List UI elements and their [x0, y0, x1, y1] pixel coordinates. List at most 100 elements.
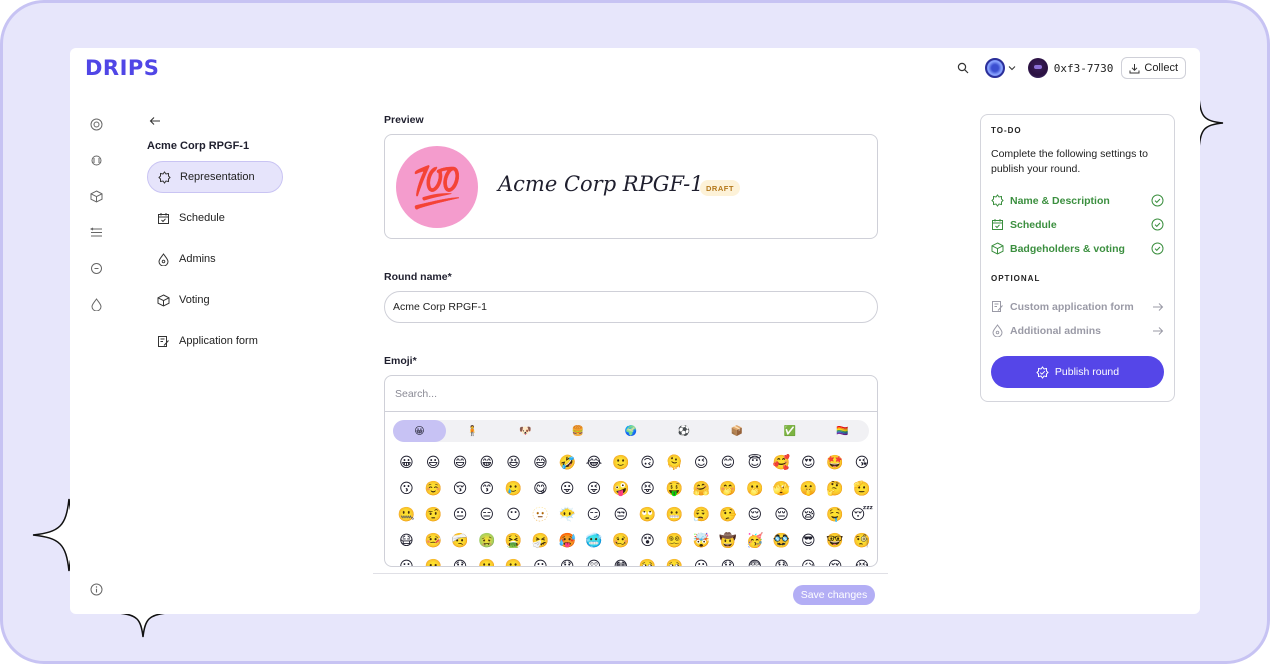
emoji-category-tab[interactable]: 🐶 — [499, 420, 552, 442]
emoji-option[interactable]: 🤩 — [822, 452, 849, 472]
emoji-option[interactable]: 😀 — [393, 452, 420, 472]
emoji-option[interactable]: 😰 — [768, 556, 795, 567]
emoji-category-tab[interactable]: ⚽ — [657, 420, 710, 442]
todo-item-badgeholders-voting[interactable]: Badgeholders & voting — [991, 237, 1164, 260]
emoji-option[interactable]: ☹️ — [500, 556, 527, 567]
emoji-option[interactable]: 🤕 — [447, 530, 474, 550]
emoji-option[interactable]: 😋 — [527, 478, 554, 498]
emoji-search-input[interactable]: Search... — [385, 376, 877, 412]
emoji-category-tab[interactable]: ✅ — [763, 420, 816, 442]
rounds-icon[interactable] — [88, 296, 104, 312]
emoji-option[interactable]: 🤢 — [473, 530, 500, 550]
emoji-option[interactable]: 🤑 — [661, 478, 688, 498]
emoji-option[interactable]: 🥳 — [741, 530, 768, 550]
emoji-option[interactable]: 😬 — [661, 504, 688, 524]
emoji-option[interactable]: 🙁 — [473, 556, 500, 567]
wallet-address[interactable]: 0xf3-7730 — [1054, 62, 1114, 75]
emoji-option[interactable]: 🤪 — [607, 478, 634, 498]
streams-icon[interactable] — [88, 152, 104, 168]
emoji-option[interactable]: 😆 — [500, 452, 527, 472]
emoji-option[interactable]: 😝 — [634, 478, 661, 498]
nav-item-representation[interactable]: Representation — [147, 161, 283, 193]
emoji-option[interactable]: 😘 — [849, 452, 876, 472]
funds-icon[interactable] — [88, 224, 104, 240]
emoji-option[interactable]: 🫣 — [768, 478, 795, 498]
emoji-option[interactable]: 🧐 — [849, 530, 876, 550]
emoji-option[interactable]: 🙄 — [634, 504, 661, 524]
emoji-option[interactable]: 😗 — [393, 478, 420, 498]
drips-logo[interactable]: DRIPS — [85, 56, 159, 80]
nav-item-application-form[interactable]: Application form — [147, 325, 283, 357]
emoji-option[interactable]: 😄 — [447, 452, 474, 472]
todo-item-additional-admins[interactable]: Additional admins — [991, 319, 1164, 342]
emoji-option[interactable]: 🤫 — [795, 478, 822, 498]
emoji-option[interactable]: 😃 — [420, 452, 447, 472]
emoji-option[interactable]: 🫡 — [849, 478, 876, 498]
emoji-option[interactable]: 🫤 — [420, 556, 447, 567]
emoji-option[interactable]: 😯 — [554, 556, 581, 567]
emoji-option[interactable]: 😨 — [741, 556, 768, 567]
emoji-option[interactable]: 🥹 — [661, 556, 688, 567]
emoji-option[interactable]: 😔 — [768, 504, 795, 524]
emoji-option[interactable]: 😂 — [581, 452, 608, 472]
emoji-category-tab[interactable]: 🏳️‍🌈 — [816, 420, 869, 442]
todo-item-name-description[interactable]: Name & Description — [991, 189, 1164, 212]
emoji-option[interactable]: 🥶 — [581, 530, 608, 550]
nav-item-schedule[interactable]: Schedule — [147, 202, 283, 234]
emoji-option[interactable]: 🫥 — [527, 504, 554, 524]
emoji-option[interactable]: 😮 — [527, 556, 554, 567]
emoji-option[interactable]: 🥸 — [768, 530, 795, 550]
network-selector[interactable] — [984, 58, 1016, 78]
emoji-option[interactable]: 😦 — [688, 556, 715, 567]
emoji-category-tab[interactable]: 🧍 — [446, 420, 499, 442]
emoji-option[interactable]: 😧 — [715, 556, 742, 567]
emoji-option[interactable]: 😮‍💨 — [688, 504, 715, 524]
emoji-option[interactable]: 🫢 — [741, 478, 768, 498]
emoji-option[interactable]: 🙂 — [607, 452, 634, 472]
emoji-option[interactable]: 😒 — [607, 504, 634, 524]
emoji-option[interactable]: 🤗 — [688, 478, 715, 498]
emoji-option[interactable]: 🥵 — [554, 530, 581, 550]
emoji-category-tab[interactable]: 😀 — [393, 420, 446, 442]
nav-item-admins[interactable]: Admins — [147, 243, 283, 275]
round-name-input[interactable]: Acme Corp RPGF-1 — [384, 291, 878, 323]
emoji-option[interactable]: 😭 — [849, 556, 876, 567]
emoji-category-tab[interactable]: 🌍 — [605, 420, 658, 442]
emoji-option[interactable]: 😅 — [527, 452, 554, 472]
emoji-option[interactable]: 🤥 — [715, 504, 742, 524]
emoji-option[interactable]: 🤤 — [822, 504, 849, 524]
emoji-option[interactable]: 🤯 — [688, 530, 715, 550]
emoji-option[interactable]: 🤐 — [393, 504, 420, 524]
emoji-option[interactable]: 😏 — [581, 504, 608, 524]
emoji-option[interactable]: 😍 — [795, 452, 822, 472]
emoji-option[interactable]: 😶 — [500, 504, 527, 524]
projects-icon[interactable] — [88, 188, 104, 204]
search-icon[interactable] — [953, 58, 973, 78]
save-changes-button[interactable]: Save changes — [793, 585, 875, 605]
todo-item-custom-application-form[interactable]: Custom application form — [991, 295, 1164, 318]
emoji-option[interactable]: 😶‍🌫️ — [554, 504, 581, 524]
emoji-option[interactable]: 😲 — [581, 556, 608, 567]
emoji-option[interactable]: 😵‍💫 — [661, 530, 688, 550]
explore-icon[interactable] — [88, 116, 104, 132]
emoji-option[interactable]: 🥺 — [634, 556, 661, 567]
emoji-option[interactable]: 😴 — [849, 504, 876, 524]
emoji-option[interactable]: 😑 — [473, 504, 500, 524]
emoji-option[interactable]: 🫠 — [661, 452, 688, 472]
drip-lists-icon[interactable] — [88, 260, 104, 276]
emoji-option[interactable]: 😷 — [393, 530, 420, 550]
emoji-option[interactable]: 🤮 — [500, 530, 527, 550]
emoji-option[interactable]: 😁 — [473, 452, 500, 472]
emoji-option[interactable]: 😟 — [447, 556, 474, 567]
emoji-option[interactable]: 😚 — [447, 478, 474, 498]
emoji-option[interactable]: 😕 — [393, 556, 420, 567]
emoji-option[interactable]: 😜 — [581, 478, 608, 498]
emoji-option[interactable]: 😛 — [554, 478, 581, 498]
todo-item-schedule[interactable]: Schedule — [991, 213, 1164, 236]
emoji-option[interactable]: 🤠 — [715, 530, 742, 550]
emoji-option[interactable]: 😎 — [795, 530, 822, 550]
info-icon[interactable] — [90, 583, 103, 601]
emoji-option[interactable]: 🙃 — [634, 452, 661, 472]
publish-round-button[interactable]: Publish round — [991, 356, 1164, 388]
emoji-option[interactable]: 😵 — [634, 530, 661, 550]
